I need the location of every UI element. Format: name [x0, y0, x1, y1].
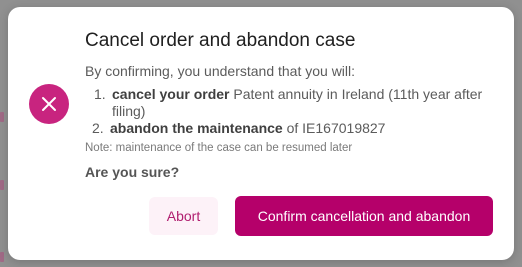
consequence-number: 2. — [92, 120, 104, 136]
confirm-cancellation-button[interactable]: Confirm cancellation and abandon — [235, 196, 493, 236]
consequence-number: 1. — [94, 86, 106, 102]
confirmation-question: Are you sure? — [85, 164, 180, 180]
background-row-marker — [0, 112, 4, 122]
consequence-action: cancel your order — [112, 86, 230, 102]
consequence-text: abandon the maintenance of IE167019827 — [110, 120, 485, 137]
consequence-item: 1. cancel your order Patent annuity in I… — [85, 86, 485, 120]
consequence-action: abandon the maintenance — [110, 120, 283, 136]
consequence-list: 1. cancel your order Patent annuity in I… — [85, 86, 485, 137]
consequence-detail: of IE167019827 — [286, 120, 386, 136]
background-row-marker — [0, 252, 4, 262]
consequence-text: cancel your order Patent annuity in Irel… — [112, 86, 485, 120]
background-row-marker — [0, 180, 4, 190]
abort-button[interactable]: Abort — [149, 197, 218, 235]
dialog-lead-text: By confirming, you understand that you w… — [85, 63, 356, 79]
dialog-note: Note: maintenance of the case can be res… — [85, 142, 353, 154]
consequence-item: 2. abandon the maintenance of IE16701982… — [85, 120, 485, 137]
dialog-title: Cancel order and abandon case — [85, 30, 356, 51]
close-icon — [29, 84, 69, 124]
confirm-dialog: Cancel order and abandon case By confirm… — [8, 7, 514, 260]
